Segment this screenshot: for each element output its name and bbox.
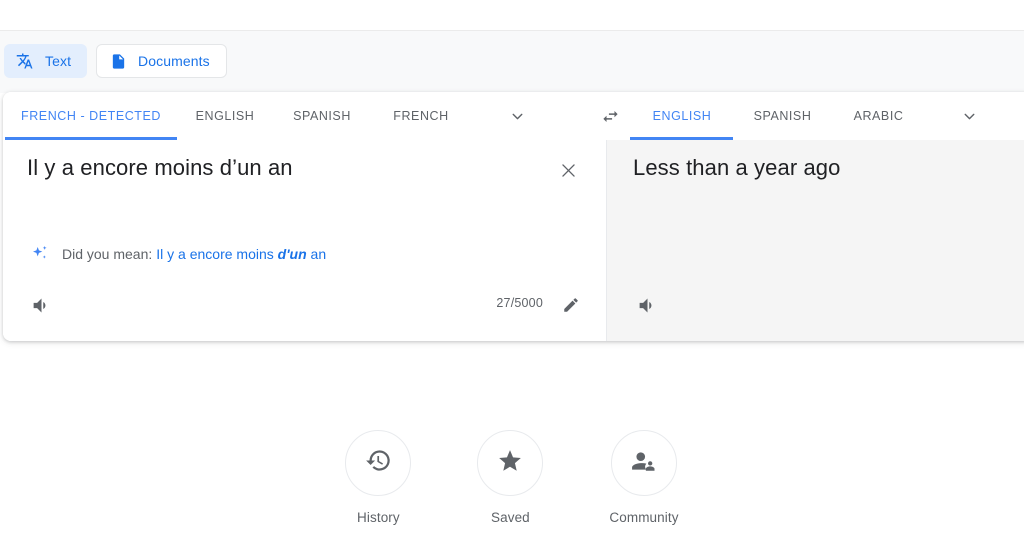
translate-icon xyxy=(16,52,34,70)
translated-text: Less than a year ago xyxy=(633,155,841,180)
history-circle xyxy=(345,430,412,496)
mode-bar: Text Documents xyxy=(0,30,1024,93)
target-lang-tab-arabic[interactable]: ARABIC xyxy=(831,92,926,139)
target-lang-tab-spanish[interactable]: SPANISH xyxy=(734,92,831,139)
community-icon xyxy=(631,448,657,479)
shortcuts-row: History Saved Community xyxy=(0,430,1024,525)
saved-circle xyxy=(477,430,544,496)
document-icon xyxy=(109,52,127,70)
suggestion-suffix: an xyxy=(306,246,327,262)
character-count: 27/5000 xyxy=(496,296,543,310)
shortcut-saved[interactable]: Saved xyxy=(477,430,544,525)
edit-pencil-icon[interactable] xyxy=(560,294,582,316)
mode-tab-documents[interactable]: Documents xyxy=(96,44,227,78)
shortcut-saved-label: Saved xyxy=(491,510,530,525)
source-more-languages-chevron-down-icon[interactable] xyxy=(504,103,530,129)
did-you-mean-suggestion-link[interactable]: Il y a encore moins d'un an xyxy=(156,246,326,262)
sparkle-icon xyxy=(29,243,51,265)
suggestion-prefix: Il y a encore moins xyxy=(156,246,278,262)
mode-tab-documents-label: Documents xyxy=(138,53,210,69)
source-text-input[interactable]: Il y a encore moins d’un an xyxy=(27,153,537,183)
source-lang-tab-french[interactable]: FRENCH xyxy=(375,92,467,139)
target-speaker-icon[interactable] xyxy=(634,292,660,318)
mode-tab-text[interactable]: Text xyxy=(4,44,88,78)
did-you-mean-row: Did you mean: Il y a encore moins d'un a… xyxy=(29,243,326,265)
source-speaker-icon[interactable] xyxy=(28,292,54,318)
target-panel: Less than a year ago xyxy=(607,140,1024,341)
mode-tab-text-label: Text xyxy=(45,53,72,69)
translate-card: FRENCH - DETECTED ENGLISH SPANISH FRENCH… xyxy=(3,92,1024,341)
did-you-mean-label: Did you mean: xyxy=(62,246,153,262)
target-lang-tab-english[interactable]: ENGLISH xyxy=(630,92,734,139)
star-icon xyxy=(497,448,523,479)
source-lang-tab-english[interactable]: ENGLISH xyxy=(179,92,271,139)
shortcut-community-label: Community xyxy=(609,510,679,525)
shortcut-community[interactable]: Community xyxy=(609,430,678,525)
community-circle xyxy=(610,430,677,496)
language-tab-strip: FRENCH - DETECTED ENGLISH SPANISH FRENCH… xyxy=(3,92,1024,141)
swap-languages-icon[interactable] xyxy=(597,103,623,129)
clear-source-close-icon[interactable] xyxy=(556,158,580,182)
source-lang-tab-french-detected[interactable]: FRENCH - DETECTED xyxy=(3,92,179,139)
suggestion-emphasis: d'un xyxy=(277,246,307,262)
top-white-strip xyxy=(0,0,1024,30)
source-lang-tab-spanish[interactable]: SPANISH xyxy=(276,92,368,139)
history-icon xyxy=(365,447,392,479)
target-more-languages-chevron-down-icon[interactable] xyxy=(956,103,982,129)
shortcut-history[interactable]: History xyxy=(345,430,412,525)
shortcut-history-label: History xyxy=(357,510,400,525)
source-panel: Il y a encore moins d’un an Did you mean… xyxy=(3,140,607,341)
